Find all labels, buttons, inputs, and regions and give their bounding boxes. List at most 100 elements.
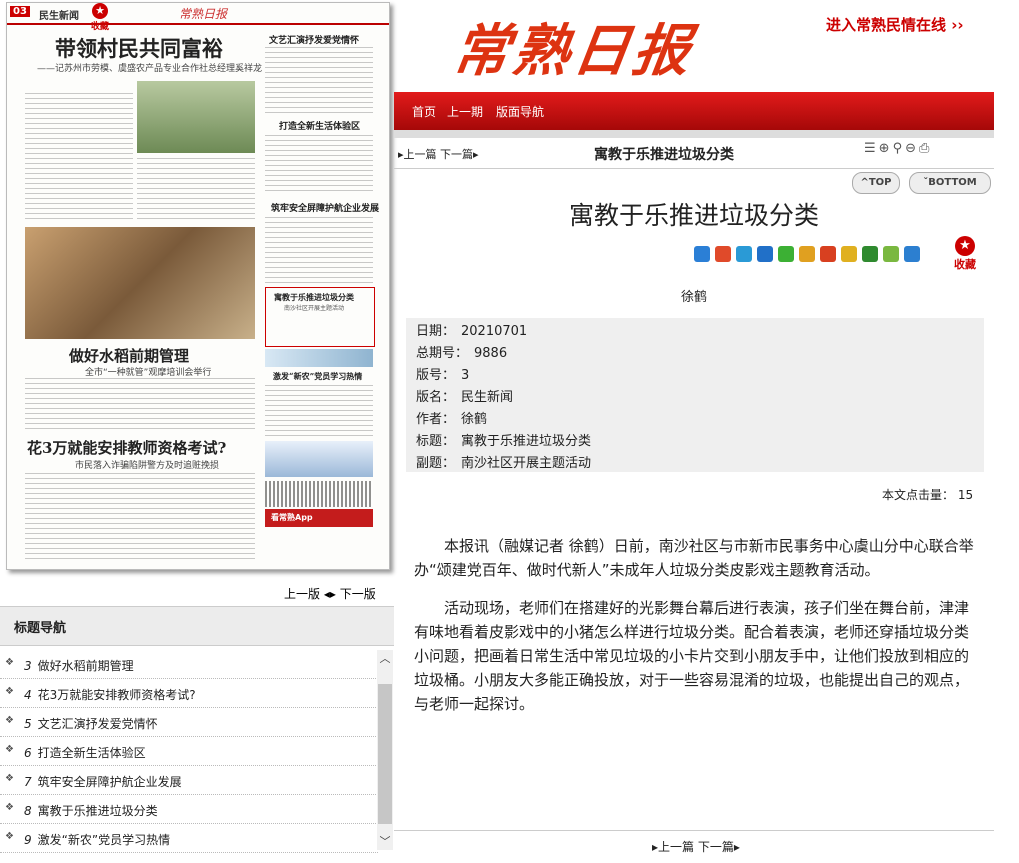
list-icon[interactable]: ☰ [864, 141, 879, 156]
share-bookmark-icon[interactable] [883, 246, 899, 262]
caret-up-icon: ^ [860, 177, 869, 188]
paper-party-headline: 激发“新农”党员学习热情 [273, 371, 363, 381]
hit-count: 本文点击量： 15 [882, 488, 974, 502]
paper-fav-button[interactable]: ★ 收藏 [87, 3, 113, 32]
text-columns [265, 47, 373, 113]
paper-page-number: 03 [10, 6, 30, 17]
main-menu-bar: 首页 上一期 版面导航 [394, 92, 994, 130]
article-panel: 常熟日报 进入常熟民情在线 ›› 首页 上一期 版面导航 ▸上一篇 下一篇▸ 寓… [394, 0, 1019, 863]
paper-rice-headline: 做好水稻前期管理 [69, 347, 190, 365]
share-renren-icon[interactable] [757, 246, 773, 262]
paper-banner [265, 349, 373, 367]
title-nav-item[interactable]: ❖ 9 激发“新农”党员学习热情 [0, 824, 378, 853]
article-tools: ☰⊕⚲⊖⎙ [864, 141, 932, 156]
paper-teacher-headline: 花3万就能安排教师资格考试? [27, 439, 227, 457]
chevron-up-icon[interactable]: ︿ [377, 650, 393, 667]
bottom-button[interactable]: ˇBOTTOM [909, 172, 991, 194]
paper-ad [265, 441, 373, 477]
paper-subhead: ——记苏州市劳模、虞盛农产品专业合作社总经理奚祥龙 [37, 64, 263, 74]
bullet-icon: ❖ [5, 831, 14, 842]
title-nav-header: 标题导航 [0, 606, 394, 646]
title-nav-item[interactable]: ❖ 7 筑牢安全屏障护航企业发展 [0, 766, 378, 795]
prev-next-article[interactable]: ▸上一篇 下一篇▸ [398, 146, 479, 162]
prev-page-link[interactable]: 上一版 [284, 587, 320, 601]
paper-safety-headline: 筑牢安全屏障护航企业发展 [271, 204, 380, 214]
title-nav-scrollbar[interactable]: ︿ ﹀ [377, 650, 393, 850]
bullet-icon: ❖ [5, 715, 14, 726]
page-pagination: 上一版 ◂▸ 下一版 [284, 585, 376, 602]
newspaper-page-thumbnail[interactable]: 03 民生新闻 ★ 收藏 常熟日报 带领村民共同富裕 ——记苏州市劳模、虞盛农产品… [6, 2, 390, 570]
search-icon[interactable]: ⚲ [893, 141, 906, 156]
meta-row: 日期： 20210701 [416, 324, 528, 339]
toolbar-title: 寓教于乐推进垃圾分类 [594, 147, 734, 163]
text-columns [137, 158, 255, 223]
divider [394, 830, 994, 831]
paper-article-highlight[interactable]: 寓教于乐推进垃圾分类 南沙社区开展主题活动 [265, 287, 375, 347]
zoom-in-icon[interactable]: ⊕ [879, 141, 893, 156]
paper-qr-codes [265, 481, 373, 507]
bullet-icon: ❖ [5, 773, 14, 784]
paper-app-banner: 看常熟App [265, 509, 373, 527]
menu-prev-issue[interactable]: 上一期 [447, 103, 483, 120]
bullet-icon: ❖ [5, 744, 14, 755]
star-icon: ★ [92, 3, 108, 19]
paper-section: 民生新闻 [39, 11, 79, 22]
bullet-icon: ❖ [5, 802, 14, 813]
paper-header-bar: 03 民生新闻 ★ 收藏 常熟日报 [7, 3, 389, 32]
divider [394, 130, 994, 138]
top-button[interactable]: ^TOP [852, 172, 900, 194]
title-nav-item[interactable]: ❖ 3 做好水稻前期管理 [0, 650, 378, 679]
share-wechat-icon[interactable] [778, 246, 794, 262]
text-columns [265, 217, 373, 283]
enter-minqing-link[interactable]: 进入常熟民情在线 ›› [826, 14, 964, 35]
bullet-icon: ❖ [5, 657, 14, 668]
share-tieba-icon[interactable] [799, 246, 815, 262]
bottom-prev-next[interactable]: ▸上一篇 下一篇▸ [652, 838, 740, 855]
share-qzone-icon[interactable] [736, 246, 752, 262]
print-icon[interactable]: ⎙ [919, 141, 932, 156]
meta-row: 标题： 寓教于乐推进垃圾分类 [416, 434, 592, 449]
meta-row: 作者： 徐鹤 [416, 412, 488, 427]
share-kaixin-icon[interactable] [820, 246, 836, 262]
fav-button[interactable]: ★ 收藏 [950, 236, 980, 272]
share-star-icon[interactable] [841, 246, 857, 262]
arrow-icon: ▸ [473, 148, 479, 161]
article-paragraph: 活动现场，老师们在搭建好的光影舞台幕后进行表演，孩子们坐在舞台前，津津有味地看着… [414, 599, 970, 713]
arrow-icon: ▸ [733, 840, 740, 854]
article-title: 寓教于乐推进垃圾分类 [568, 201, 819, 230]
chevron-down-icon[interactable]: ﹀ [377, 833, 393, 850]
article-paragraph: 本报讯（融媒记者 徐鹤）日前，南沙社区与市新市民事务中心虞山分中心联合举办“颂建… [414, 537, 974, 579]
paper-culture-headline: 文艺汇演抒发爱党情怀 [269, 36, 360, 46]
text-columns [25, 378, 255, 433]
share-plus-icon[interactable] [694, 246, 710, 262]
left-panel: 03 民生新闻 ★ 收藏 常熟日报 带领村民共同富裕 ——记苏州市劳模、虞盛农产品… [0, 0, 394, 863]
meta-row: 总期号： 9886 [416, 346, 508, 361]
share-count-icon[interactable] [904, 246, 920, 262]
text-columns [265, 385, 373, 437]
menu-home[interactable]: 首页 [412, 103, 436, 120]
title-nav-item[interactable]: ❖ 6 打造全新生活体验区 [0, 737, 378, 766]
title-nav-item[interactable]: ❖ 5 文艺汇演抒发爱党情怀 [0, 708, 378, 737]
zoom-out-icon[interactable]: ⊖ [905, 141, 919, 156]
meta-row: 版号： 3 [416, 368, 470, 383]
star-icon: ★ [955, 236, 975, 256]
menu-page-nav[interactable]: 版面导航 [496, 103, 544, 120]
title-nav-item[interactable]: ❖ 4 花3万就能安排教师资格考试? [0, 679, 378, 708]
paper-teacher-subhead: 市民落入诈骗陷阱警方及时追赃挽损 [75, 461, 220, 471]
next-page-link[interactable]: 下一版 [340, 587, 376, 601]
article-author: 徐鹤 [680, 290, 707, 305]
paper-headline: 带领村民共同富裕 [55, 36, 223, 61]
scrollbar-thumb[interactable] [378, 684, 392, 824]
title-nav-item[interactable]: ❖ 8 寓教于乐推进垃圾分类 [0, 795, 378, 824]
share-icons [694, 246, 925, 264]
share-weibo-icon[interactable] [715, 246, 731, 262]
brand-logo[interactable]: 常熟日报 [448, 6, 699, 87]
share-douban-icon[interactable] [862, 246, 878, 262]
paper-rice-subhead: 全市“一种就管”观摩培训会举行 [85, 368, 212, 378]
paper-logo: 常熟日报 [179, 7, 228, 21]
text-columns [25, 473, 255, 563]
meta-row: 版名： 民生新闻 [416, 390, 514, 405]
bullet-icon: ❖ [5, 686, 14, 697]
text-columns [25, 93, 133, 223]
article-body: 本报讯（融媒记者 徐鹤）日前，南沙社区与市新市民事务中心虞山分中心联合举办“颂建… [414, 534, 974, 730]
